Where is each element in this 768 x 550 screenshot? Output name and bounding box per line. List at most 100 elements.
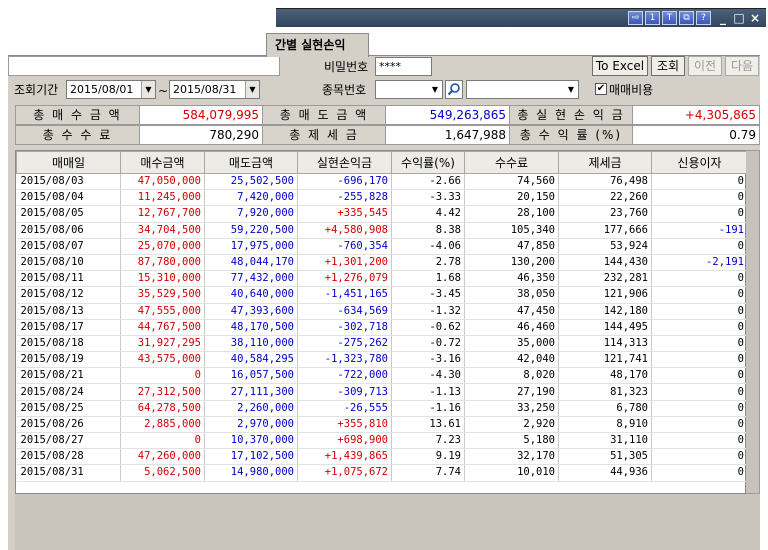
table-cell: 0: [651, 238, 748, 255]
table-cell: 0: [651, 432, 748, 450]
table-cell: 2015/08/25: [16, 400, 121, 417]
prev-button[interactable]: 이전: [688, 56, 722, 76]
table-row[interactable]: 2015/08/11 15,310,000 77,432,000 +1,276,079…: [16, 270, 748, 288]
end-date-field[interactable]: 2015/08/31 ▼: [169, 80, 260, 99]
next-button[interactable]: 다음: [725, 56, 759, 76]
table-row[interactable]: 2015/08/19 43,575,000 40,584,295 -1,323,780…: [16, 351, 748, 369]
column-header[interactable]: 수익률(%): [391, 151, 465, 174]
table-cell: 2015/08/17: [16, 319, 121, 336]
table-cell: -302,718: [297, 319, 392, 336]
column-header[interactable]: 수수료: [464, 151, 559, 174]
bottom-panel: [15, 494, 760, 550]
copy-icon[interactable]: ⧉: [679, 11, 694, 25]
table-cell: 47,450: [464, 303, 559, 320]
table-cell: 48,170: [558, 367, 652, 385]
table-cell: -26,555: [297, 400, 392, 417]
vertical-scrollbar[interactable]: [746, 150, 760, 494]
stock-search-button[interactable]: [445, 80, 463, 99]
table-row[interactable]: 2015/08/05 12,767,700 7,920,000 +335,545 4.4…: [16, 205, 748, 223]
column-header[interactable]: 신용이자: [651, 151, 748, 174]
help-button[interactable]: ?: [696, 11, 711, 25]
table-row[interactable]: 2015/08/06 34,704,500 59,220,500 +4,580,908…: [16, 222, 748, 239]
table-row[interactable]: 2015/08/07 25,070,000 17,975,000 -760,354 -4…: [16, 238, 748, 255]
table-cell: 2015/08/04: [16, 189, 121, 207]
search-button[interactable]: 조회: [651, 56, 685, 76]
table-row[interactable]: 2015/08/28 47,260,000 17,102,500 +1,439,865…: [16, 448, 748, 466]
table-cell: 232,281: [558, 270, 652, 288]
table-cell: 7,420,000: [204, 189, 298, 207]
column-header[interactable]: 매수금액: [120, 151, 205, 174]
end-date-value: 2015/08/31: [173, 83, 237, 96]
total-buy-label: 총 매 수 금 액: [15, 105, 140, 125]
chevron-down-icon[interactable]: ▼: [245, 81, 259, 98]
fee-checkbox[interactable]: ✔: [595, 83, 607, 95]
table-cell: 2015/08/07: [16, 238, 121, 255]
table-row[interactable]: 2015/08/17 44,767,500 48,170,500 -302,718 -0…: [16, 319, 748, 336]
stock-code-field[interactable]: ▼: [375, 80, 443, 99]
chevron-down-icon[interactable]: ▼: [141, 81, 155, 98]
table-row[interactable]: 2015/08/25 64,278,500 2,260,000 -26,555 -1.1…: [16, 400, 748, 417]
table-cell: 2015/08/24: [16, 383, 121, 401]
table-row[interactable]: 2015/08/03 47,050,000 25,502,500 -696,170 -2…: [16, 173, 748, 191]
start-date-field[interactable]: 2015/08/01 ▼: [66, 80, 156, 99]
table-cell: -0.72: [391, 335, 465, 353]
table-cell: 2015/08/05: [16, 205, 121, 223]
start-date-value: 2015/08/01: [70, 83, 134, 96]
stock-name-field[interactable]: ▼: [466, 80, 579, 99]
table-cell: -3.33: [391, 189, 465, 207]
table-cell: 46,350: [464, 270, 559, 288]
column-header[interactable]: 제세금: [558, 151, 652, 174]
table-row[interactable]: 2015/08/31 5,062,500 14,980,000 +1,075,672 7…: [16, 464, 748, 482]
text-t-button[interactable]: T: [662, 11, 677, 25]
pnl-table-container[interactable]: 매매일 매수금액 매도금액 실현손익금 수익률(%) 수수료 제세금 신용이자 2015/08…: [15, 150, 748, 494]
table-cell: 47,850: [464, 238, 559, 255]
table-cell: 48,170,500: [204, 319, 298, 336]
column-header[interactable]: 매도금액: [204, 151, 298, 174]
table-cell: 38,050: [464, 286, 559, 304]
column-header[interactable]: 실현손익금: [297, 151, 392, 174]
table-row[interactable]: 2015/08/04 11,245,000 7,420,000 -255,828 -3.…: [16, 189, 748, 207]
table-row[interactable]: 2015/08/18 31,927,295 38,110,000 -275,262 -0…: [16, 335, 748, 353]
table-cell: 2015/08/21: [16, 367, 121, 385]
table-cell: 40,584,295: [204, 351, 298, 369]
arrow-right-icon[interactable]: ⇨: [628, 11, 643, 25]
minimize-icon[interactable]: _: [716, 10, 730, 26]
table-cell: 1.68: [391, 270, 465, 288]
table-cell: +1,075,672: [297, 464, 392, 482]
table-row[interactable]: 2015/08/26 2,885,000 2,970,000 +355,810 13.6…: [16, 416, 748, 434]
number-one-button[interactable]: 1: [645, 11, 660, 25]
table-cell: 10,010: [464, 464, 559, 482]
table-cell: 27,111,300: [204, 383, 298, 401]
table-cell: 121,741: [558, 351, 652, 369]
chevron-down-icon[interactable]: ▼: [564, 81, 578, 98]
tab-realized-pnl[interactable]: 간별 실현손익: [266, 33, 369, 57]
table-cell: -4.30: [391, 367, 465, 385]
table-cell: -2,191: [651, 254, 748, 272]
excel-button[interactable]: To Excel: [592, 56, 648, 76]
table-cell: 53,924: [558, 238, 652, 255]
table-cell: -1.32: [391, 303, 465, 320]
table-row[interactable]: 2015/08/10 87,780,000 48,044,170 +1,301,200…: [16, 254, 748, 272]
table-cell: 2015/08/06: [16, 222, 121, 239]
close-icon[interactable]: ×: [748, 10, 762, 26]
table-cell: -1.16: [391, 400, 465, 417]
table-cell: 11,245,000: [120, 189, 205, 207]
table-cell: 4.42: [391, 205, 465, 223]
password-field[interactable]: ****: [375, 57, 432, 76]
table-row[interactable]: 2015/08/12 35,529,500 40,640,000 -1,451,165…: [16, 286, 748, 304]
table-row[interactable]: 2015/08/13 47,555,000 47,393,600 -634,569 -1…: [16, 303, 748, 320]
column-header[interactable]: 매매일: [16, 151, 121, 174]
table-row[interactable]: 2015/08/21 0 16,057,500 -722,000 -4.30 8,020 4…: [16, 367, 748, 385]
table-cell: +355,810: [297, 416, 392, 434]
table-cell: 0: [651, 448, 748, 466]
table-row[interactable]: 2015/08/24 27,312,500 27,111,300 -309,713 -1…: [16, 383, 748, 401]
chevron-down-icon[interactable]: ▼: [428, 81, 442, 98]
table-row[interactable]: 2015/08/27 0 10,370,000 +698,900 7.23 5,180 31…: [16, 432, 748, 450]
table-cell: -255,828: [297, 189, 392, 207]
table-cell: -1.13: [391, 383, 465, 401]
table-cell: -191: [651, 222, 748, 239]
table-cell: 7.23: [391, 432, 465, 450]
maximize-icon[interactable]: □: [732, 10, 746, 26]
table-cell: 0: [651, 319, 748, 336]
table-cell: 32,170: [464, 448, 559, 466]
